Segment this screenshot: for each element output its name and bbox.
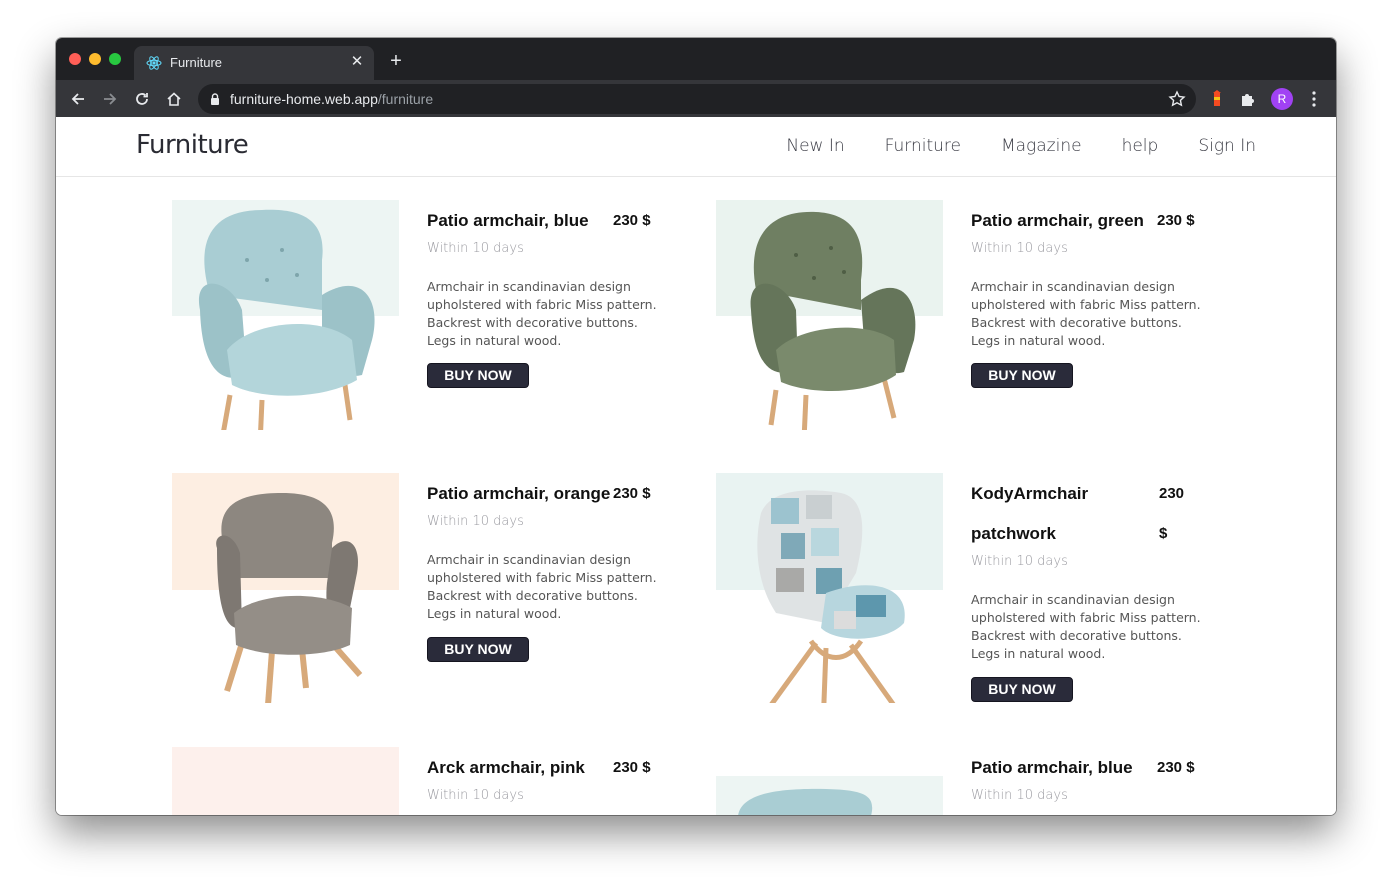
buy-now-button[interactable]: BUY NOW <box>427 637 529 662</box>
brand-logo[interactable]: Furniture <box>136 130 249 160</box>
url-text: furniture-home.web.app/furniture <box>230 91 433 107</box>
product-name-line-2[interactable]: patchwork <box>971 524 1056 544</box>
product-price-line-1: 230 <box>1159 485 1185 502</box>
product-name-line-1[interactable]: KodyArmchair <box>971 484 1088 504</box>
buy-now-button[interactable]: BUY NOW <box>971 363 1073 388</box>
product-name[interactable]: Patio armchair, green <box>971 211 1144 231</box>
nav-furniture[interactable]: Furniture <box>885 136 961 156</box>
back-icon[interactable] <box>67 88 89 110</box>
tab-title: Furniture <box>170 55 223 70</box>
extension-lighthouse-icon[interactable] <box>1207 89 1227 109</box>
forward-icon[interactable] <box>99 88 121 110</box>
browser-toolbar: furniture-home.web.app/furniture R <box>56 80 1336 117</box>
shipping-info: Within 10 days <box>427 788 524 803</box>
armchair-image[interactable] <box>172 473 399 703</box>
product-description: Armchair in scandinavian design upholste… <box>971 591 1211 663</box>
product-price: 230 $ <box>1157 212 1195 229</box>
buy-now-button[interactable]: BUY NOW <box>427 363 529 388</box>
shipping-info: Within 10 days <box>427 514 524 529</box>
nav-magazine[interactable]: Magazine <box>1001 136 1082 156</box>
url-host: furniture-home.web.app <box>230 91 378 107</box>
description-line: Armchair in scandinavian design <box>427 279 631 294</box>
description-line: Backrest with decorative buttons. <box>971 628 1182 643</box>
nav-new-in[interactable]: New In <box>786 136 844 156</box>
product-price: 230 $ <box>1157 759 1195 776</box>
product-description: Armchair in scandinavian design upholste… <box>427 278 667 350</box>
main-nav: New In Furniture Magazine help Sign In <box>786 136 1256 156</box>
product-name[interactable]: Patio armchair, blue <box>427 211 589 231</box>
product-name[interactable]: Patio armchair, blue <box>971 758 1133 778</box>
browser-window: Furniture ✕ + furniture-home.web.app/fur… <box>56 38 1336 815</box>
product-name[interactable]: Patio armchair, orange <box>427 484 610 504</box>
description-line: Armchair in scandinavian design <box>971 592 1175 607</box>
product-image-background <box>172 747 399 815</box>
description-line: upholstered with fabric Miss pattern. <box>971 610 1201 625</box>
armchair-image[interactable] <box>172 200 399 430</box>
description-line: Armchair in scandinavian design <box>427 552 631 567</box>
shipping-info: Within 10 days <box>971 554 1068 569</box>
armchair-image[interactable] <box>716 200 943 430</box>
shipping-info: Within 10 days <box>971 241 1068 256</box>
product-name[interactable]: Arck armchair, pink <box>427 758 585 778</box>
lock-icon[interactable] <box>208 92 222 106</box>
description-line: Legs in natural wood. <box>427 606 562 621</box>
web-page: Furniture New In Furniture Magazine help… <box>56 117 1336 815</box>
profile-avatar[interactable]: R <box>1271 88 1293 110</box>
description-line: Legs in natural wood. <box>971 333 1106 348</box>
site-header: Furniture New In Furniture Magazine help… <box>56 117 1336 177</box>
close-window-button[interactable] <box>69 53 81 65</box>
description-line: upholstered with fabric Miss pattern. <box>427 570 657 585</box>
more-menu-icon[interactable] <box>1306 89 1322 109</box>
extensions-puzzle-icon[interactable] <box>1239 89 1259 109</box>
address-bar[interactable]: furniture-home.web.app/furniture <box>198 84 1196 114</box>
description-line: Backrest with decorative buttons. <box>427 588 638 603</box>
description-line: Legs in natural wood. <box>427 333 562 348</box>
description-line: upholstered with fabric Miss pattern. <box>427 297 657 312</box>
armchair-image[interactable] <box>716 776 943 815</box>
url-path: /furniture <box>377 91 434 107</box>
tab-bar: Furniture ✕ + <box>56 38 1336 80</box>
home-icon[interactable] <box>163 88 185 110</box>
react-icon <box>146 56 162 70</box>
bookmark-star-icon[interactable] <box>1168 90 1186 108</box>
product-description: Armchair in scandinavian design upholste… <box>427 551 667 623</box>
shipping-info: Within 10 days <box>427 241 524 256</box>
description-line: Armchair in scandinavian design <box>971 279 1175 294</box>
new-tab-icon[interactable]: + <box>386 51 406 71</box>
product-price: 230 $ <box>613 485 651 502</box>
product-price: 230 $ <box>613 212 651 229</box>
nav-sign-in[interactable]: Sign In <box>1198 136 1256 156</box>
reload-icon[interactable] <box>131 88 153 110</box>
product-description: Armchair in scandinavian design upholste… <box>971 278 1211 350</box>
minimize-window-button[interactable] <box>89 53 101 65</box>
description-line: Legs in natural wood. <box>971 646 1106 661</box>
close-tab-icon[interactable]: ✕ <box>348 53 366 71</box>
shipping-info: Within 10 days <box>971 788 1068 803</box>
description-line: Backrest with decorative buttons. <box>427 315 638 330</box>
browser-tab[interactable]: Furniture ✕ <box>134 46 374 80</box>
buy-now-button[interactable]: BUY NOW <box>971 677 1073 702</box>
product-price: 230 $ <box>613 759 651 776</box>
product-price-line-2: $ <box>1159 525 1168 542</box>
armchair-image[interactable] <box>716 473 943 703</box>
nav-help[interactable]: help <box>1122 136 1159 156</box>
description-line: Backrest with decorative buttons. <box>971 315 1182 330</box>
maximize-window-button[interactable] <box>109 53 121 65</box>
description-line: upholstered with fabric Miss pattern. <box>971 297 1201 312</box>
